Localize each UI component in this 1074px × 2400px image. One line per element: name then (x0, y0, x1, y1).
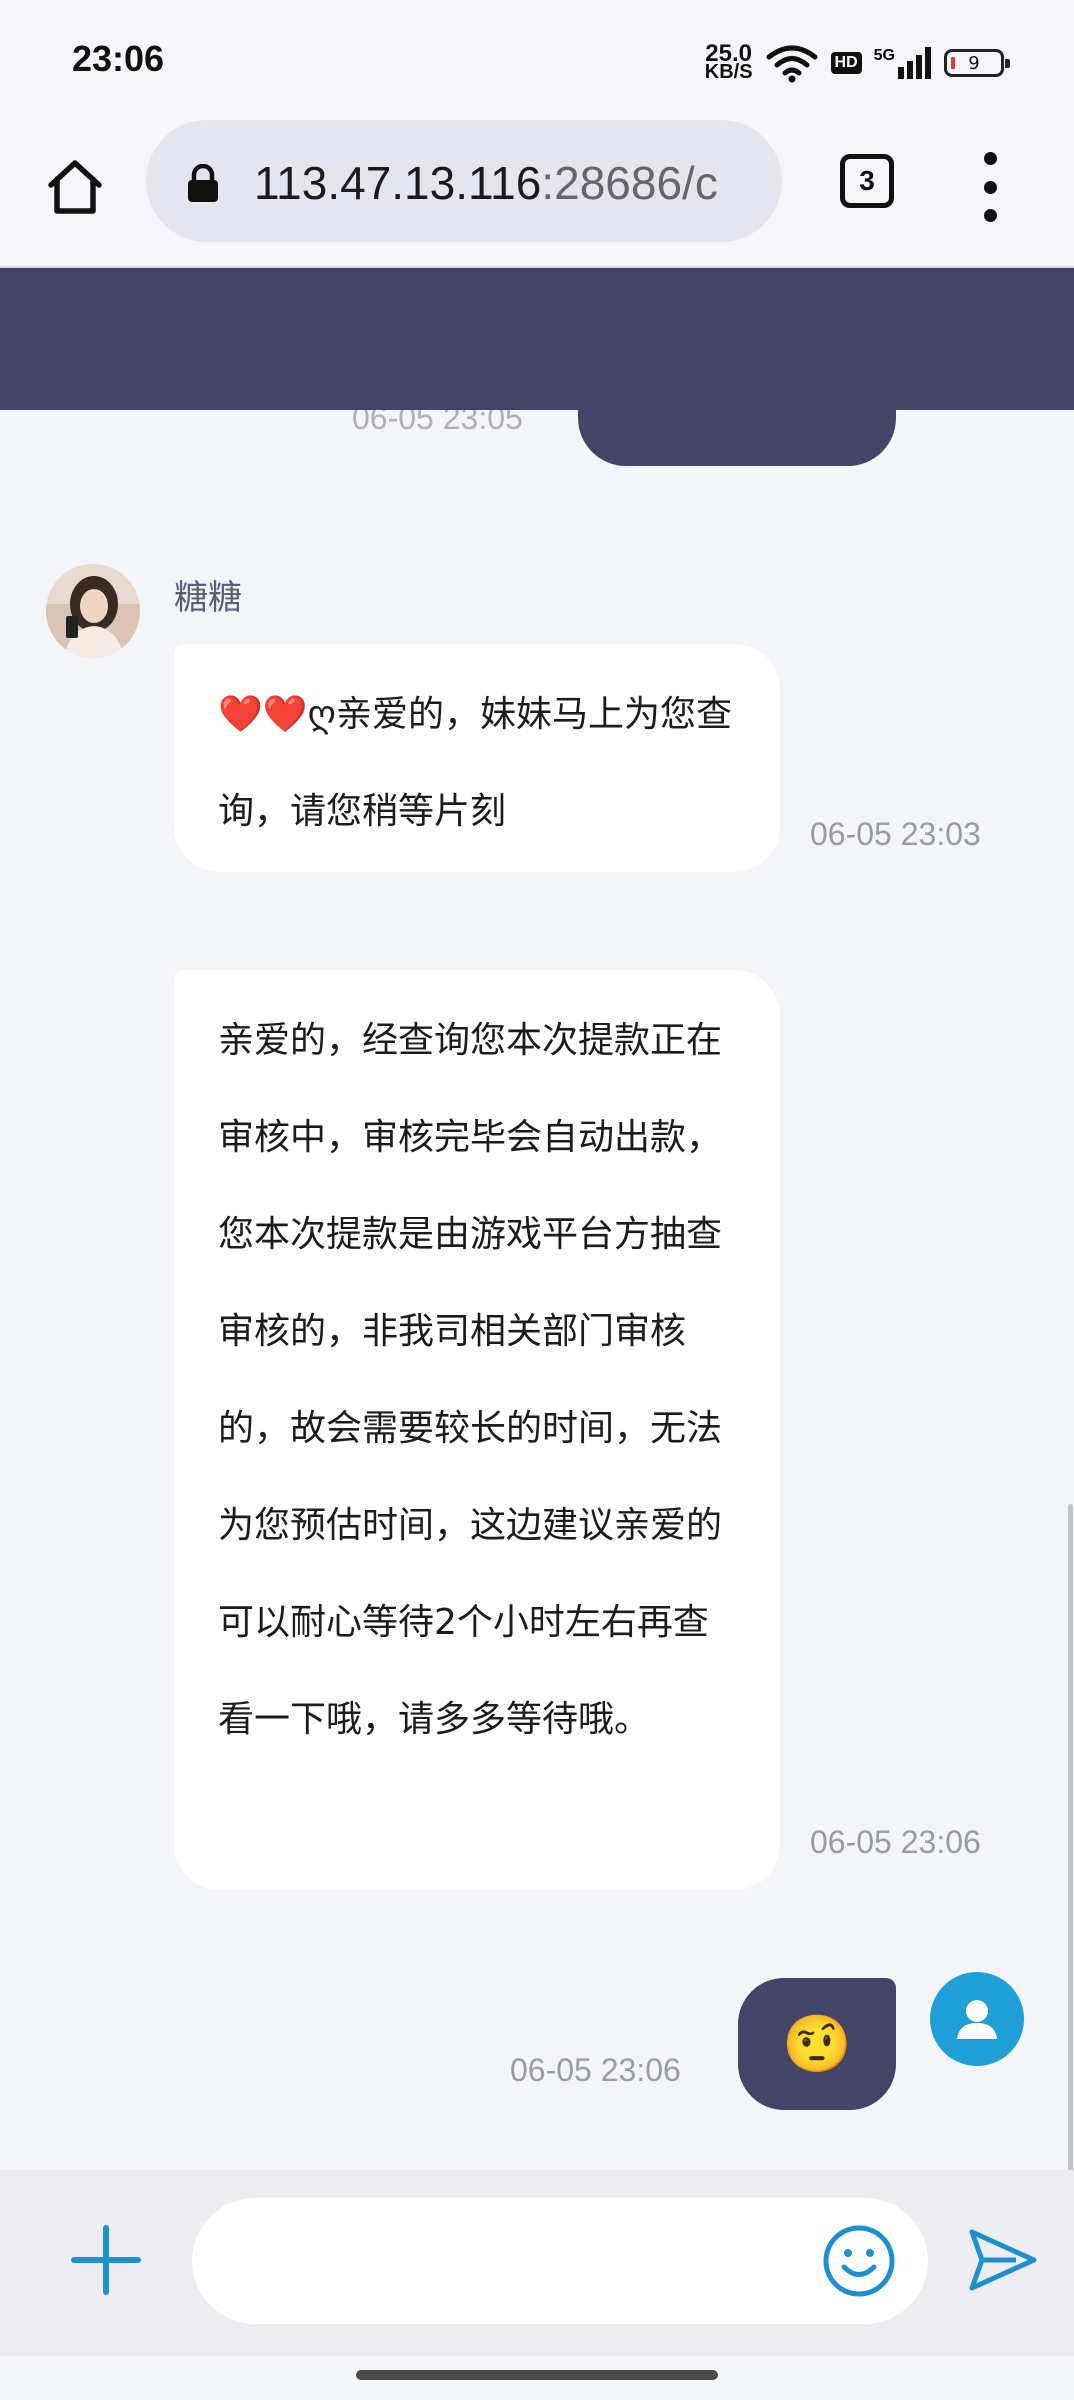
cellular-signal: 5G (874, 47, 932, 79)
incoming-message-bubble: 亲爱的，经查询您本次提款正在审核中，审核完毕会自动出款，您本次提款是由游戏平台方… (174, 970, 780, 1890)
url-path: :28686/c (541, 157, 718, 209)
url-host: 113.47.13.116 (254, 157, 542, 209)
message-time: 06-05 23:03 (810, 816, 981, 852)
menu-dot (983, 209, 997, 222)
url-text[interactable]: 113.47.13.116:28686/c (254, 156, 718, 210)
home-icon (48, 160, 102, 214)
incoming-message-bubble: ❤️❤️ღ亲爱的，妹妹马上为您查询，请您稍等片刻 (174, 644, 780, 872)
tab-count: 3 (859, 165, 875, 196)
sender-name: 糖糖 (174, 578, 242, 618)
scrollbar[interactable] (1068, 1504, 1073, 2170)
agent-avatar[interactable] (46, 564, 140, 658)
message-time: 06-05 23:06 (810, 1824, 981, 1860)
message-time: 06-05 23:05 (352, 410, 523, 436)
message-time: 06-05 23:06 (510, 2052, 681, 2088)
status-time: 23:06 (72, 38, 165, 79)
tabs-button[interactable]: 3 (840, 154, 894, 208)
hd-badge: HD (830, 52, 862, 74)
network-speed-unit: KB/S (704, 61, 753, 83)
home-button[interactable] (40, 152, 110, 222)
outgoing-message-bubble-partial (578, 410, 896, 466)
message-text: ❤️❤️ღ亲爱的，妹妹马上为您查询，请您稍等片刻 (218, 694, 732, 832)
message-input-wrapper (192, 2198, 928, 2324)
message-input[interactable] (232, 2226, 796, 2298)
outgoing-message-bubble: 🤨 (738, 1978, 896, 2110)
agent-avatar-image (46, 564, 140, 658)
menu-dot (983, 180, 997, 194)
wifi-icon (766, 45, 818, 83)
signal-bars-icon (898, 47, 931, 79)
status-bar: 23:06 25.0 KB/S HD 5G 9 (0, 0, 1074, 110)
message-text: 亲爱的，经查询您本次提款正在审核中，审核完毕会自动出款，您本次提款是由游戏平台方… (218, 1020, 723, 1740)
network-type-label: 5G (873, 47, 895, 64)
plus-icon (71, 2225, 141, 2295)
add-attachment-button[interactable] (66, 2220, 146, 2300)
chat-area[interactable]: 06-05 23:05 糖糖 ❤️❤️ღ亲爱的，妹妹马上为您查询，请您稍等片刻 … (0, 410, 1074, 2170)
lock-icon (188, 164, 218, 202)
emoji-button[interactable] (820, 2222, 898, 2300)
gesture-handle[interactable] (356, 2370, 718, 2380)
battery-level: 9 (968, 52, 980, 74)
send-icon (969, 2229, 1037, 2291)
status-icons: 25.0 KB/S HD 5G 9 (704, 38, 1010, 88)
address-bar[interactable]: 113.47.13.116:28686/c (146, 120, 782, 242)
message-emoji: 🤨 (782, 2012, 852, 2077)
network-speed: 25.0 KB/S (704, 42, 753, 83)
chat-header (0, 268, 1074, 410)
battery-icon: 9 (944, 49, 1010, 77)
message-composer (0, 2170, 1074, 2356)
user-avatar[interactable] (930, 1972, 1024, 2066)
user-icon (957, 2000, 997, 2039)
smiley-icon (823, 2225, 895, 2297)
browser-toolbar: 113.47.13.116:28686/c 3 (0, 110, 1074, 268)
send-button[interactable] (964, 2222, 1040, 2298)
system-nav-bar (0, 2356, 1074, 2400)
more-menu-button[interactable] (970, 152, 1010, 222)
menu-dot (983, 152, 997, 165)
